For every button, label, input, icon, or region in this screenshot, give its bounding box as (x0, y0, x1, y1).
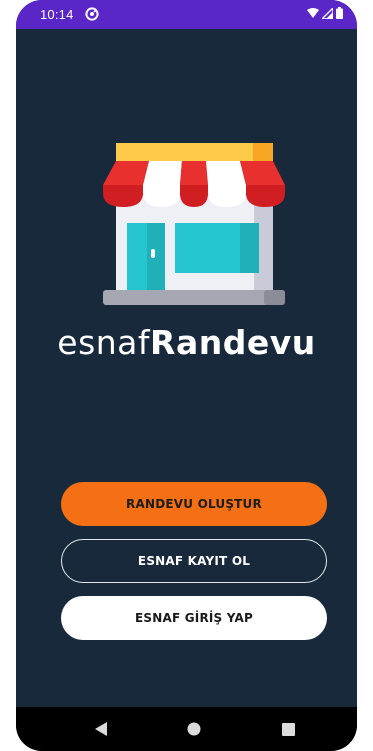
phone-screen: 10:14 esnafRandevu RANDEVU OLUŞTUR ESNAF… (16, 0, 357, 751)
app-title-light: esnaf (57, 323, 151, 362)
recents-square-icon (281, 722, 295, 736)
merchant-login-button[interactable]: ESNAF GİRİŞ YAP (61, 596, 327, 640)
app-title: esnafRandevu (16, 321, 357, 365)
status-time: 10:14 (40, 7, 74, 22)
merchant-register-button[interactable]: ESNAF KAYIT OL (61, 539, 327, 583)
storefront-icon (103, 143, 285, 305)
home-circle-icon (187, 722, 201, 736)
navigation-bar (16, 707, 357, 751)
back-triangle-icon (95, 722, 107, 736)
home-button[interactable] (184, 719, 204, 739)
recents-button[interactable] (278, 719, 298, 739)
circle-a-icon (85, 7, 99, 21)
create-appointment-button[interactable]: RANDEVU OLUŞTUR (61, 482, 327, 526)
app-title-bold: Randevu (150, 323, 316, 362)
battery-icon (336, 7, 343, 19)
back-button[interactable] (91, 719, 111, 739)
wifi-icon (307, 7, 319, 18)
status-bar: 10:14 (16, 0, 357, 29)
signal-icon (322, 7, 333, 19)
status-icons (307, 7, 343, 19)
